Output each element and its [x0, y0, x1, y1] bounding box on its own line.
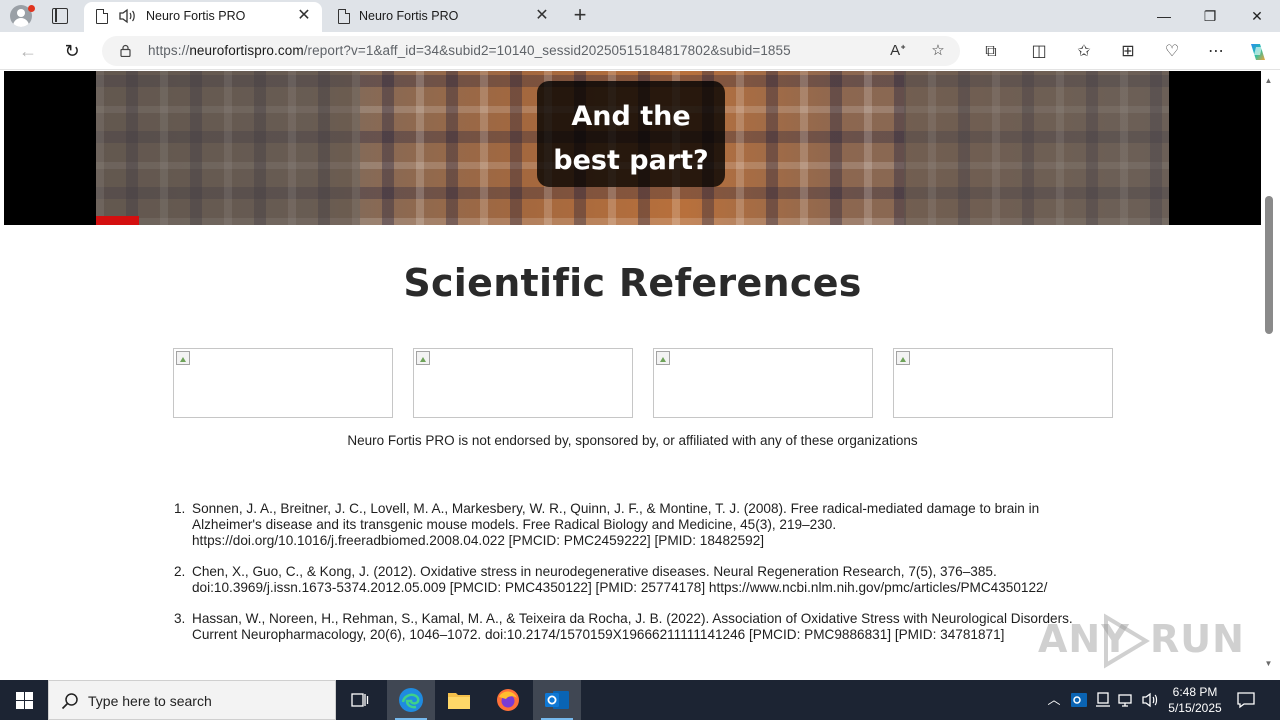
- back-icon[interactable]: ←: [15, 38, 41, 64]
- close-window-icon[interactable]: ✕: [1234, 0, 1280, 32]
- reference-item: 3. Hassan, W., Noreen, H., Rehman, S., K…: [174, 611, 1094, 643]
- windows-start-icon[interactable]: [0, 680, 48, 720]
- tab-neuro-fortis-active[interactable]: Neuro Fortis PRO ✕: [84, 2, 322, 32]
- search-icon: [61, 693, 78, 710]
- speaker-icon[interactable]: [118, 8, 136, 24]
- video-frame[interactable]: And the best part?: [96, 71, 1169, 225]
- settings-more-icon[interactable]: ⋯: [1205, 41, 1227, 63]
- anyrun-watermark: ANY RUN: [1038, 611, 1244, 671]
- video-player[interactable]: And the best part?: [4, 71, 1261, 225]
- broken-image-icon: [656, 351, 670, 365]
- favorites-icon[interactable]: ✩: [1073, 41, 1095, 63]
- task-view-icon[interactable]: [336, 680, 384, 720]
- copilot-icon[interactable]: [1246, 40, 1270, 64]
- refresh-icon[interactable]: ↻: [59, 38, 85, 64]
- reference-text: Hassan, W., Noreen, H., Rehman, S., Kama…: [192, 611, 1073, 642]
- taskbar-clock[interactable]: 6:48 PM 5/15/2025: [1163, 684, 1227, 716]
- page-scrollbar[interactable]: ▲ ▼: [1261, 71, 1276, 676]
- clock-date: 5/15/2025: [1168, 701, 1222, 715]
- address-bar[interactable]: https://neurofortispro.com/report?v=1&af…: [102, 36, 960, 66]
- reference-number: 3.: [174, 611, 186, 626]
- scrollbar-thumb[interactable]: [1265, 196, 1273, 334]
- disclaimer-text: Neuro Fortis PRO is not endorsed by, spo…: [347, 433, 918, 448]
- watermark-text-any: ANY: [1038, 617, 1130, 661]
- title-bar: Neuro Fortis PRO ✕ Neuro Fortis PRO ✕ + …: [0, 0, 1280, 32]
- taskbar-search-box[interactable]: Type here to search: [48, 680, 336, 720]
- org-logo-placeholder: [413, 348, 633, 418]
- tab-actions-icon[interactable]: [52, 8, 68, 24]
- extensions-icon[interactable]: ⧉: [980, 41, 1002, 63]
- outlook-icon[interactable]: [533, 680, 581, 720]
- notification-center-icon[interactable]: [1236, 690, 1256, 710]
- reference-number: 1.: [174, 501, 186, 516]
- url-prefix: https://: [148, 43, 190, 58]
- clock-time: 6:48 PM: [1172, 685, 1218, 699]
- split-screen-icon[interactable]: ◫: [1028, 41, 1050, 63]
- tab-title: Neuro Fortis PRO: [146, 9, 246, 23]
- org-logo-placeholder: [173, 348, 393, 418]
- minimize-icon[interactable]: —: [1141, 0, 1187, 32]
- org-logo-placeholder: [893, 348, 1113, 418]
- reference-item: 1. Sonnen, J. A., Breitner, J. C., Lovel…: [174, 501, 1094, 549]
- video-caption: And the best part?: [553, 101, 709, 176]
- url-path: /report?v=1&aff_id=34&subid2=10140_sessi…: [303, 43, 791, 58]
- org-logo-placeholder: [653, 348, 873, 418]
- lock-icon[interactable]: [120, 44, 131, 57]
- scroll-up-icon[interactable]: ▲: [1264, 76, 1273, 85]
- new-tab-icon[interactable]: +: [568, 4, 592, 28]
- video-caption-box: And the best part?: [537, 81, 725, 187]
- watermark-text-run: RUN: [1150, 617, 1245, 661]
- page-icon: [338, 9, 350, 24]
- broken-image-icon: [416, 351, 430, 365]
- reference-number: 2.: [174, 564, 186, 579]
- tab-close-icon[interactable]: ✕: [294, 6, 314, 26]
- video-background-left: [96, 71, 360, 225]
- tab-neuro-fortis-inactive[interactable]: Neuro Fortis PRO ✕: [326, 2, 560, 32]
- reference-list: 1. Sonnen, J. A., Breitner, J. C., Lovel…: [174, 501, 1094, 658]
- browser-essentials-icon[interactable]: ♡: [1161, 41, 1183, 63]
- page-viewport[interactable]: And the best part? Scientific References…: [4, 71, 1261, 676]
- profile-notification-dot: [28, 5, 35, 12]
- tab-close-icon[interactable]: ✕: [532, 6, 552, 26]
- restore-icon[interactable]: ❐: [1187, 0, 1233, 32]
- edge-taskbar-icon[interactable]: [387, 680, 435, 720]
- scroll-down-icon[interactable]: ▼: [1264, 659, 1273, 668]
- reference-text: Chen, X., Guo, C., & Kong, J. (2012). Ox…: [192, 564, 1048, 595]
- windows-taskbar: Type here to search ︿ 6:48 PM 5/15/2025: [0, 680, 1280, 720]
- page-title: Scientific References: [403, 261, 862, 305]
- browser-toolbar: ← ↻ https://neurofortispro.com/report?v=…: [0, 32, 1280, 70]
- page-icon: [96, 9, 108, 24]
- video-background-right: [904, 71, 1169, 225]
- broken-image-icon: [896, 351, 910, 365]
- video-progress-bar[interactable]: [96, 216, 139, 225]
- firefox-icon[interactable]: [484, 680, 532, 720]
- volume-icon[interactable]: [1141, 691, 1159, 709]
- search-placeholder: Type here to search: [88, 693, 212, 709]
- file-explorer-icon[interactable]: [435, 680, 483, 720]
- show-hidden-icons-icon[interactable]: ︿: [1045, 691, 1063, 709]
- collections-icon[interactable]: ⊞: [1117, 41, 1139, 63]
- url-host: neurofortispro.com: [189, 43, 304, 58]
- reference-item: 2. Chen, X., Guo, C., & Kong, J. (2012).…: [174, 564, 1094, 596]
- tab-title: Neuro Fortis PRO: [359, 9, 459, 23]
- device-tray-icon[interactable]: [1094, 691, 1112, 709]
- broken-image-icon: [176, 351, 190, 365]
- outlook-tray-icon[interactable]: [1070, 691, 1088, 709]
- reference-text: Sonnen, J. A., Breitner, J. C., Lovell, …: [192, 501, 1040, 548]
- favorite-star-icon[interactable]: ☆: [928, 41, 948, 61]
- url-text[interactable]: https://neurofortispro.com/report?v=1&af…: [148, 43, 791, 58]
- network-icon[interactable]: [1117, 691, 1135, 709]
- read-aloud-icon[interactable]: Aᐩ: [888, 41, 908, 61]
